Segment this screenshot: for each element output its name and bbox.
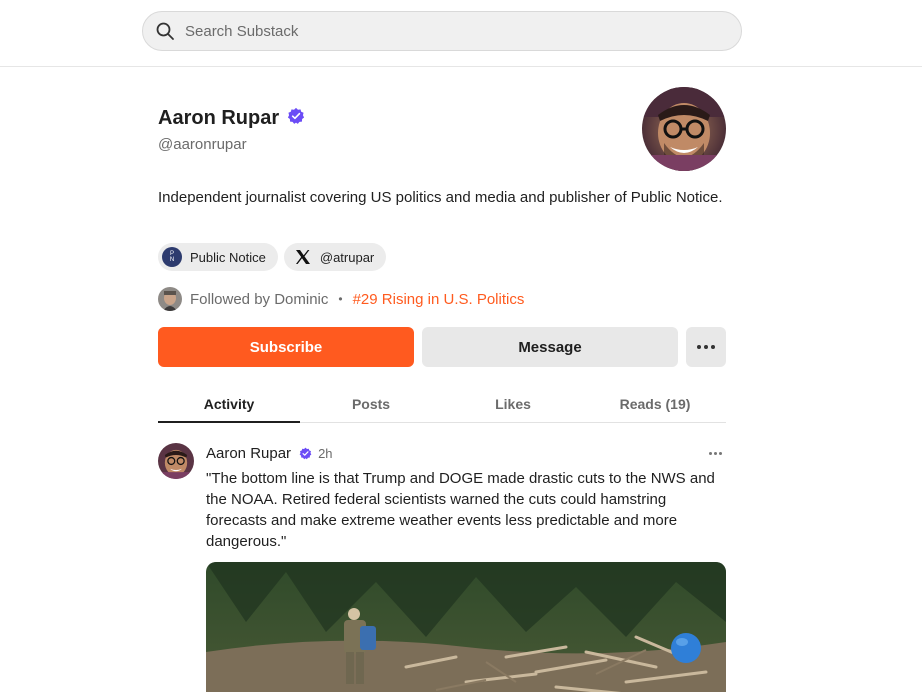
more-options-button[interactable] [686,327,726,367]
more-dot [697,345,701,349]
tab-reads[interactable]: Reads (19) [584,388,726,422]
tab-posts[interactable]: Posts [300,388,442,422]
tab-activity[interactable]: Activity [158,388,300,423]
publication-chip-label: Public Notice [190,249,266,265]
profile-bio: Independent journalist covering US polit… [158,189,723,206]
profile-name-row: Aaron Rupar [158,107,305,130]
more-dot [704,345,708,349]
subscribe-button[interactable]: Subscribe [158,327,414,367]
search-input[interactable] [185,22,705,40]
verified-badge-icon [288,107,305,124]
x-profile-chip[interactable]: @atrupar [283,243,387,271]
profile-handle: @aaronrupar [158,136,247,153]
post-header: Aaron Rupar 2h [206,445,333,462]
followed-by-text[interactable]: Followed by Dominic [190,291,328,308]
follower-avatar[interactable] [158,287,182,311]
publication-chip[interactable]: PN Public Notice [158,243,278,271]
post-timestamp: 2h [318,446,333,461]
profile-name: Aaron Rupar [158,107,280,129]
profile-links: PN Public Notice @atrupar [158,243,387,271]
post-more-options-icon[interactable] [709,452,722,455]
more-dot [711,345,715,349]
verified-badge-icon [299,447,312,460]
post-author-name[interactable]: Aaron Rupar [206,445,291,462]
search-icon [156,22,174,40]
separator-dot: • [338,292,343,306]
post-text: "The bottom line is that Trump and DOGE … [206,470,715,550]
profile-tabs: Activity Posts Likes Reads (19) [158,388,726,423]
tab-likes[interactable]: Likes [442,388,584,422]
public-notice-logo-icon: PN [162,247,182,267]
message-button[interactable]: Message [422,327,678,367]
x-profile-chip-label: @atrupar [319,249,375,265]
rising-rank-link[interactable]: #29 Rising in U.S. Politics [353,291,525,308]
x-icon [295,250,310,264]
post-author-avatar[interactable] [158,443,194,479]
top-bar [0,0,922,67]
profile-avatar[interactable] [642,87,726,171]
followed-by-row: Followed by Dominic • #29 Rising in U.S.… [158,287,524,311]
post-image[interactable] [206,562,726,692]
search-bar[interactable] [142,11,742,51]
